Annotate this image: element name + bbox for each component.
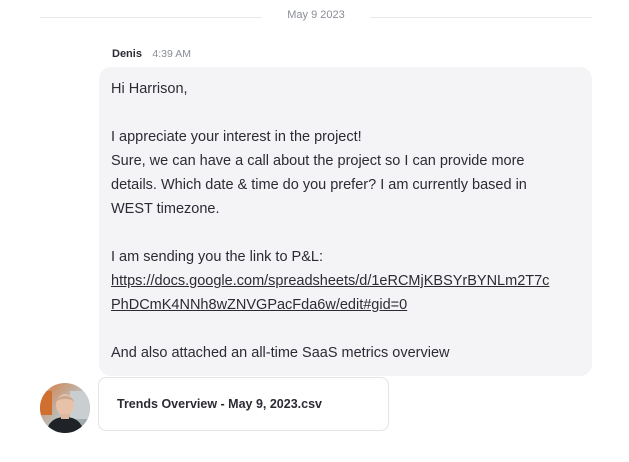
message-line: details. Which date & time do you prefer… [111, 177, 527, 193]
message-line: I am sending you the link to P&L: [111, 249, 323, 265]
sender-name[interactable]: Denis [112, 48, 142, 60]
divider-line-right [370, 17, 592, 18]
pl-spreadsheet-link-line-2[interactable]: PhDCmK4NNh8wZNVGPacFda6w/edit#gid=0 [111, 297, 407, 313]
message-line-greeting: Hi Harrison, [111, 81, 188, 97]
divider-line-left [40, 17, 262, 18]
message-line: Sure, we can have a call about the proje… [111, 153, 525, 169]
message-line: And also attached an all-time SaaS metri… [111, 345, 450, 361]
date-label: May 9 2023 [287, 9, 345, 21]
message-header: Denis 4:39 AM [112, 46, 191, 60]
message-line: WEST timezone. [111, 201, 220, 217]
attachment-file-name[interactable]: Trends Overview - May 9, 2023.csv [117, 397, 322, 411]
avatar-photo [40, 383, 90, 433]
message-time: 4:39 AM [152, 48, 191, 60]
message-bubble: Hi Harrison, I appreciate your interest … [99, 67, 592, 376]
date-divider: May 9 2023 [40, 8, 592, 26]
message-line: I appreciate your interest in the projec… [111, 129, 362, 145]
pl-spreadsheet-link-line-1[interactable]: https://docs.google.com/spreadsheets/d/1… [111, 273, 549, 289]
attachment-file[interactable]: Trends Overview - May 9, 2023.csv [98, 377, 389, 431]
avatar[interactable] [40, 383, 90, 433]
